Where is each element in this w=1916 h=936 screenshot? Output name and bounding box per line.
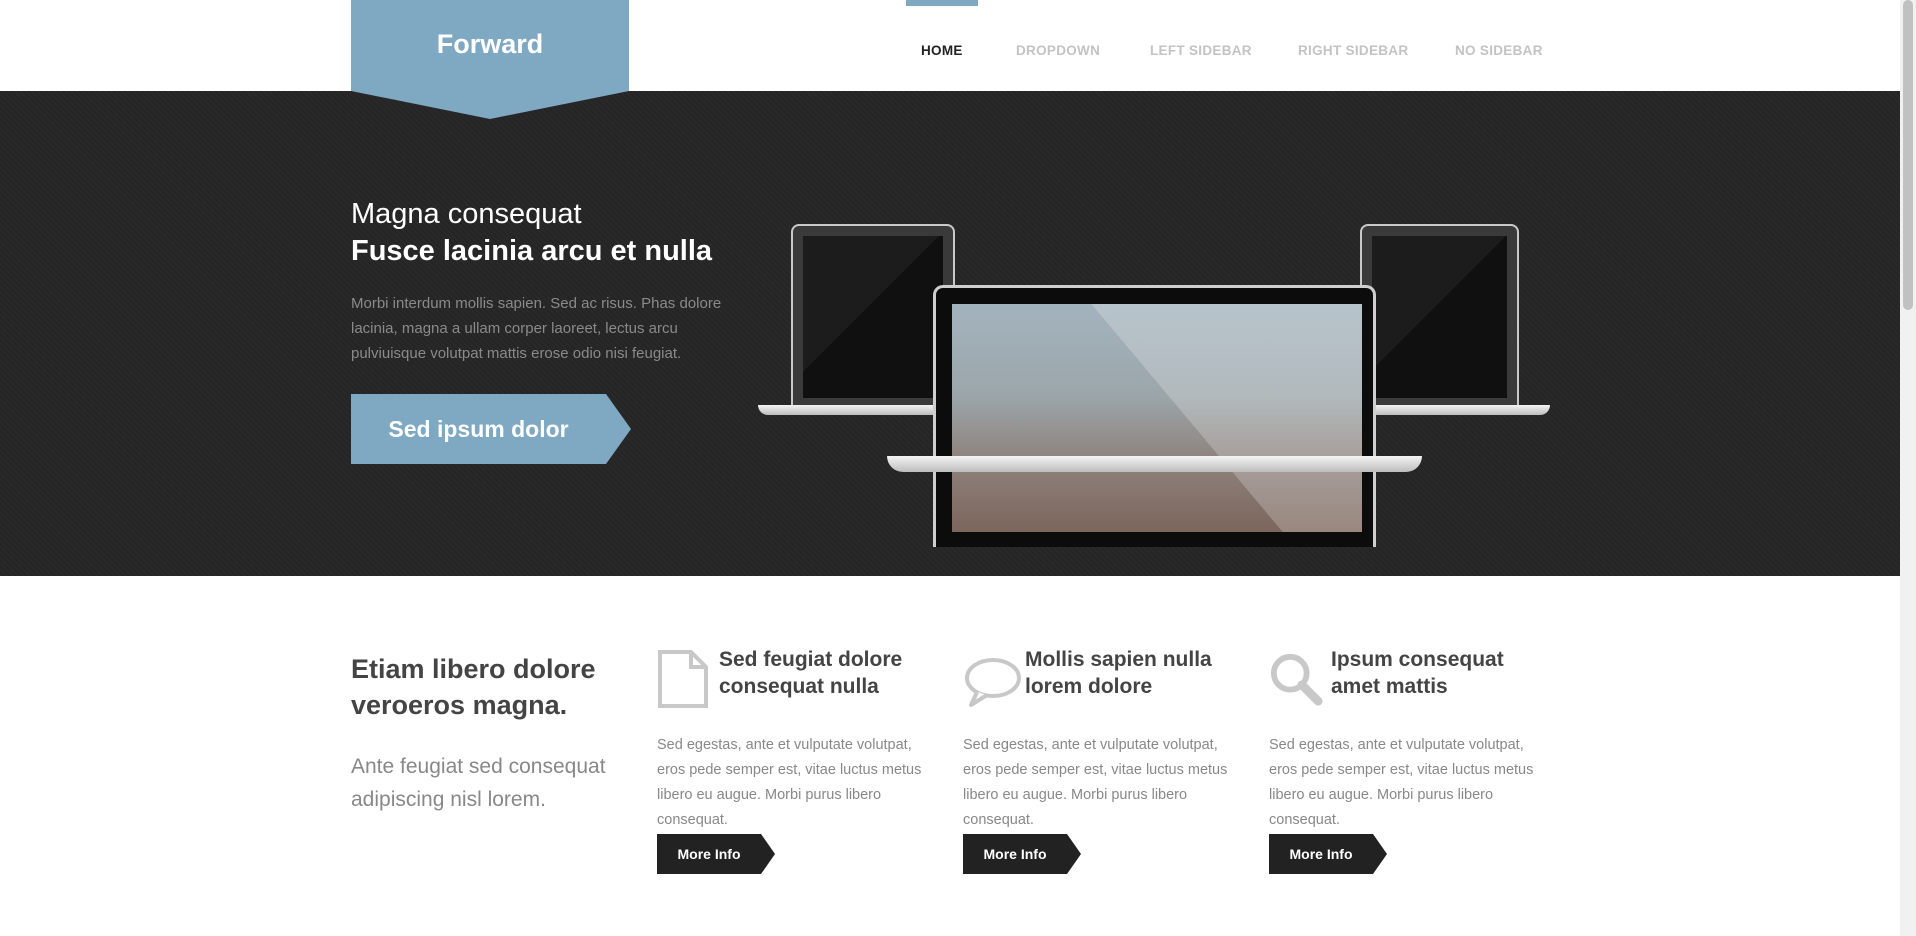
feature-text: Sed egestas, ante et vulputate volutpat,… xyxy=(963,737,1228,828)
main-nav: Home Dropdown Left Sidebar Right Sidebar… xyxy=(0,0,1900,91)
hero-cta-button[interactable]: Sed ipsum dolor xyxy=(351,394,631,464)
hero-banner: Magna consequat Fusce lacinia arcu et nu… xyxy=(0,91,1900,576)
more-info-button[interactable]: More Info xyxy=(963,834,1081,874)
right-laptop-base xyxy=(1358,405,1550,415)
scrollbar-thumb[interactable] xyxy=(1903,0,1913,310)
logo-arrow xyxy=(351,91,629,119)
nav-item-no-sidebar[interactable]: No Sidebar xyxy=(1455,0,1543,91)
center-laptop-base xyxy=(887,456,1422,472)
nav-item-home[interactable]: Home xyxy=(906,0,978,91)
laptop-screen xyxy=(952,304,1362,532)
hero-text: Morbi interdum mollis sapien. Sed ac ris… xyxy=(351,295,722,362)
speech-bubble-icon xyxy=(965,658,1021,707)
left-laptop xyxy=(791,224,955,410)
nav-item-dropdown[interactable]: Dropdown xyxy=(1016,0,1100,91)
intro-text: Ante feugiat sed consequat adipiscing ni… xyxy=(351,755,606,811)
right-laptop xyxy=(1360,224,1519,410)
center-laptop xyxy=(933,285,1376,547)
feature-text: Sed egestas, ante et vulputate volutpat,… xyxy=(1269,737,1534,828)
left-laptop-base xyxy=(758,405,958,415)
nav-item-left-sidebar[interactable]: Left Sidebar xyxy=(1150,0,1252,91)
magnifier-icon xyxy=(1270,653,1323,706)
nav-item-right-sidebar[interactable]: Right Sidebar xyxy=(1298,0,1408,91)
feature-title: Ipsum consequat amet mattis xyxy=(1331,648,1504,698)
intro-title: Etiam libero dolore veroeros magna. xyxy=(351,654,596,720)
more-info-button[interactable]: More Info xyxy=(657,834,775,874)
feature-text: Sed egestas, ante et vulputate volutpat,… xyxy=(657,737,922,828)
feature-title: Mollis sapien nulla lorem dolore xyxy=(1025,648,1212,698)
more-info-button[interactable]: More Info xyxy=(1269,834,1387,874)
site-header: Forward Home Dropdown Left Sidebar Right… xyxy=(0,0,1900,91)
document-icon xyxy=(658,650,708,708)
page-scrollbar[interactable] xyxy=(1900,0,1916,936)
hero-subtitle: Magna consequat xyxy=(351,198,582,230)
hero-title: Fusce lacinia arcu et nulla xyxy=(351,235,713,267)
feature-title: Sed feugiat dolore consequat nulla xyxy=(719,648,903,698)
